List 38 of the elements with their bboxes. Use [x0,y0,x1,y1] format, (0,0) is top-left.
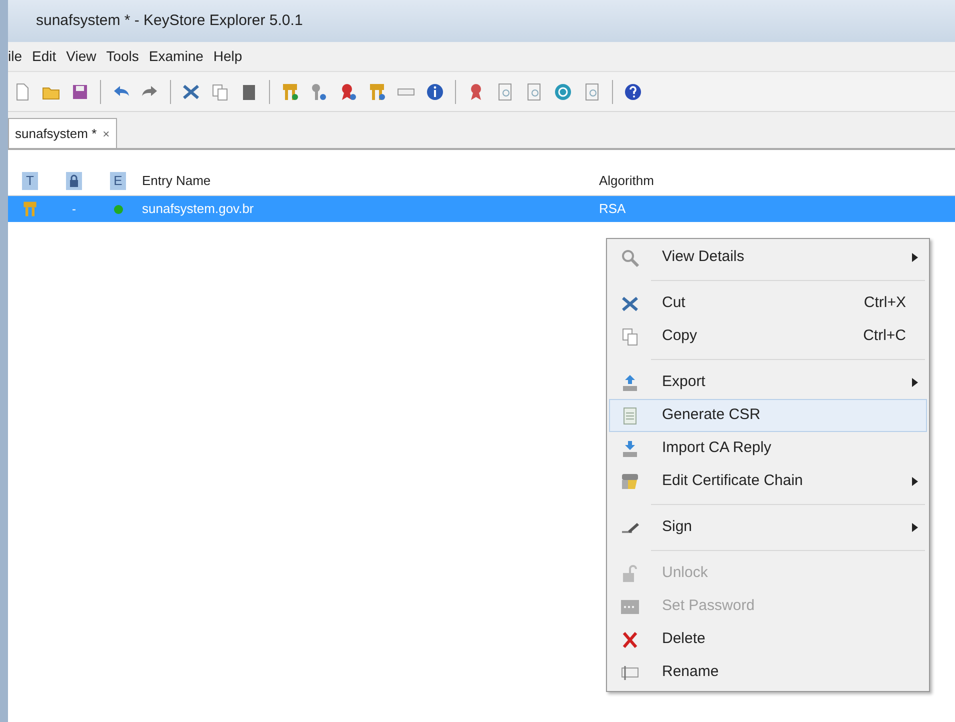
menu-item[interactable]: Edit [32,46,56,67]
help-icon [623,82,643,102]
lock-icon[interactable] [66,172,82,190]
column-header[interactable]: Entry Name [140,170,597,190]
info-icon [425,82,445,102]
menu-item[interactable]: Examine [148,46,204,67]
column-header[interactable]: Algorithm [597,170,955,190]
menu-item[interactable]: Copy Ctrl+C [609,320,927,353]
upload-icon [620,372,640,392]
table-cell-text: sunafsystem.gov.br [141,200,255,218]
menu-item[interactable]: Import CA Reply [609,432,927,465]
column-header[interactable]: E [110,172,126,190]
menu-item[interactable]: View Details [609,241,927,274]
menu-item[interactable]: Sign [609,511,927,544]
menu-item[interactable]: Help [213,46,242,67]
menu-item[interactable]: Export [609,366,927,399]
menu-item[interactable]: Edit Certificate Chain [609,465,927,498]
table-cell-text: RSA [598,200,627,218]
copy-icon [620,326,640,346]
padlock-icon [620,564,640,584]
menu-item[interactable]: Rename [609,656,927,689]
key-icon [309,82,329,102]
close-icon[interactable]: × [102,124,110,142]
menu-item[interactable]: View [66,46,96,67]
column-header[interactable]: T [22,172,38,190]
menu-item[interactable]: Tools [106,46,139,67]
table-cell-text: - [72,201,76,218]
cross-icon [620,630,640,650]
tab[interactable]: sunafsystem * × [8,118,117,148]
menu-item[interactable]: ile [8,46,22,67]
menu-item[interactable]: Cut Ctrl+X [609,287,927,320]
menu-item[interactable]: Generate CSR [609,399,927,432]
menu-item[interactable]: Delete [609,623,927,656]
magnifier-icon [620,248,640,268]
copy-icon [210,82,230,102]
chain-icon [620,472,640,492]
download-icon [620,438,640,458]
window-title: sunafsystem * - KeyStore Explorer 5.0.1 [36,10,303,31]
